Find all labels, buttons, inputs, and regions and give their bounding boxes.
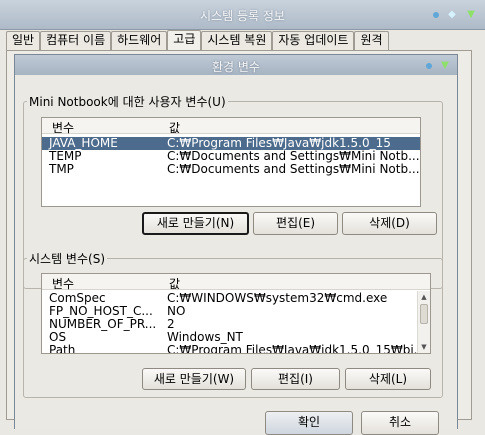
tab-general[interactable]: 일반 [6,31,41,50]
user-variables-label: Mini Notbook에 대한 사용자 변수(U) [27,93,228,110]
user-delete-button[interactable]: 삭제(D) [342,212,437,235]
tab-hardware[interactable]: 하드웨어 [111,31,168,50]
system-delete-button[interactable]: 삭제(L) [345,368,431,390]
tab-system-restore[interactable]: 시스템 복원 [201,31,273,50]
system-variables-scrollbar[interactable]: ▲ ▼ [417,291,430,353]
scroll-thumb[interactable] [420,304,428,324]
column-header-variable[interactable]: 변수 [52,275,74,292]
dialog-chevron-down-icon[interactable]: ▼ [439,60,451,72]
tab-computer-name[interactable]: 컴퓨터 이름 [40,31,112,50]
tab-automatic-updates[interactable]: 자동 업데이트 [272,31,355,50]
dialog-title: 환경 변수 [212,60,260,74]
minimize-chevron-icon[interactable]: ◆ [446,9,458,21]
system-new-button[interactable]: 새로 만들기(W) [142,368,246,390]
list-header: 변수 값 [42,274,430,292]
tab-bar: 일반 컴퓨터 이름 하드웨어 고급 시스템 복원 자동 업데이트 원격 [6,30,389,50]
user-variables-list[interactable]: 변수 값 JAVA_HOME C:₩Program Files₩Java₩jdk… [41,117,421,207]
column-header-variable[interactable]: 변수 [52,119,74,136]
variable-name: TMP [49,162,74,176]
scroll-up-arrow-icon[interactable]: ▲ [418,291,430,303]
variable-name: Path [49,343,76,354]
column-header-value[interactable]: 값 [169,275,180,292]
window-title: 시스템 등록 정보 [200,9,285,23]
environment-variables-dialog: 환경 변수 ▼ Mini Notbook에 대한 사용자 변수(U) 변수 값 … [14,54,458,435]
variable-value: C:₩Documents and Settings₩Mini Notb... [167,162,420,176]
system-edit-button[interactable]: 편집(I) [251,368,340,390]
ok-button[interactable]: 확인 [265,411,353,435]
user-new-button[interactable]: 새로 만들기(N) [142,212,249,235]
system-variables-list[interactable]: 변수 값 ComSpec C:₩WINDOWS₩system32₩cmd.exe… [41,273,431,354]
variable-value: C:₩Program Files₩Java₩jdk1.5.0_15₩bi... [167,343,426,354]
menu-chevron-down-icon[interactable]: ▼ [465,9,477,21]
list-item[interactable]: Path C:₩Program Files₩Java₩jdk1.5.0_15₩b… [42,344,430,354]
dialog-dot-icon[interactable] [426,63,432,69]
system-variables-label: 시스템 변수(S) [27,250,107,267]
system-properties-titlebar: 시스템 등록 정보 ◆ ▼ [0,0,485,30]
scroll-down-arrow-icon[interactable]: ▼ [418,341,430,353]
variable-value: C:₩WINDOWS₩system32₩cmd.exe [167,291,388,305]
cancel-button[interactable]: 취소 [361,411,439,435]
list-header: 변수 값 [42,118,420,136]
column-header-value[interactable]: 값 [169,119,180,136]
window-dot-icon[interactable] [433,12,439,18]
dialog-titlebar: 환경 변수 ▼ [15,55,457,75]
tab-remote[interactable]: 원격 [354,31,389,50]
user-edit-button[interactable]: 편집(E) [253,212,338,235]
list-item[interactable]: TMP C:₩Documents and Settings₩Mini Notb.… [42,163,420,176]
tab-advanced[interactable]: 고급 [167,30,202,50]
